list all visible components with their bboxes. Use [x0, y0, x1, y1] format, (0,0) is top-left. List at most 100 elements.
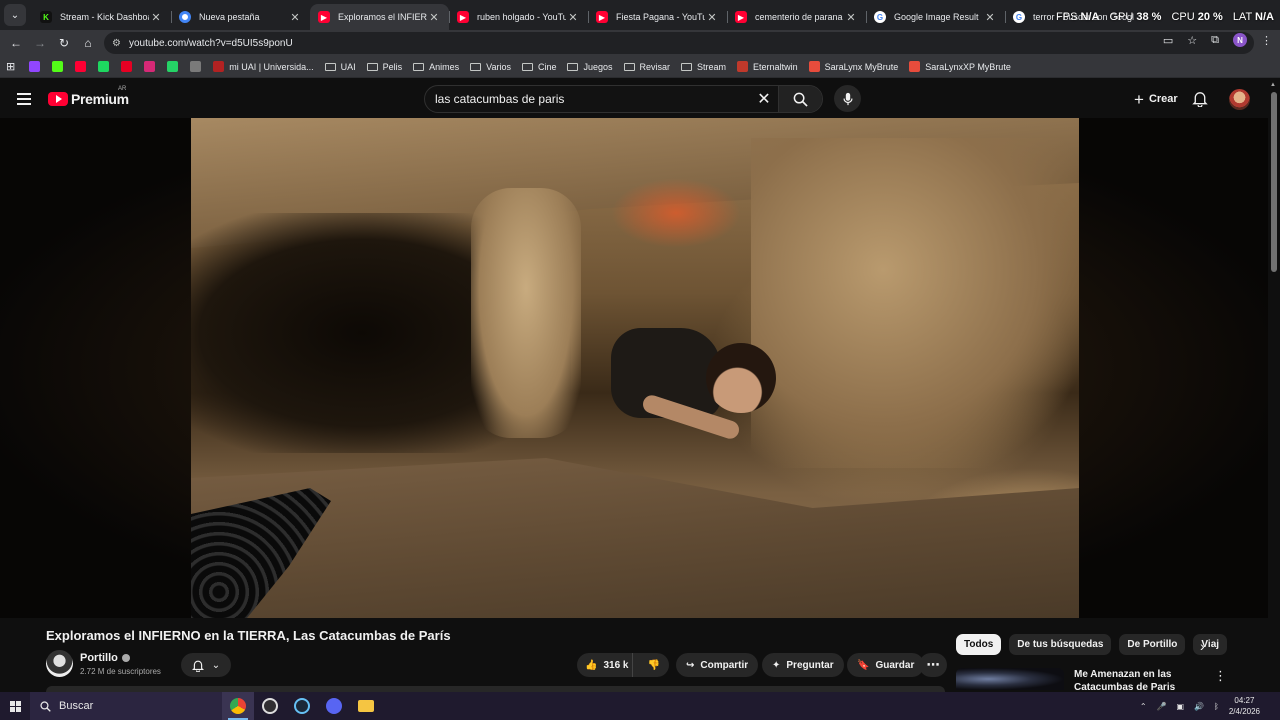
page-scrollbar[interactable]: ▲	[1268, 80, 1280, 690]
start-button[interactable]	[0, 700, 30, 712]
like-button[interactable]: 👍 316 k	[577, 653, 634, 677]
create-button[interactable]: + Crear	[1124, 87, 1188, 111]
account-avatar[interactable]	[1229, 89, 1250, 110]
site-info-icon[interactable]: ⚙	[112, 38, 121, 49]
chip-from-channel[interactable]: De Portillo	[1119, 634, 1186, 655]
save-button[interactable]: 🔖 Guardar	[847, 653, 925, 677]
menu-icon[interactable]	[17, 93, 31, 105]
bookmark-favicon-icon	[98, 61, 110, 72]
recommendation-title[interactable]: Me Amenazan en las Catacumbas de Paris	[1074, 668, 1194, 694]
folder-icon	[521, 62, 533, 71]
channel-name[interactable]: Portillo	[80, 652, 130, 664]
browser-tab[interactable]: Nueva pestaña ✕	[171, 4, 310, 30]
bookmark-item[interactable]: SaraLynx MyBrute	[808, 61, 898, 72]
home-icon[interactable]: ⌂	[76, 36, 100, 50]
taskbar-app-file-explorer[interactable]	[350, 692, 382, 720]
browser-tab[interactable]: ▶ ruben holgado - YouTube ✕	[449, 4, 588, 30]
taskbar-app-chrome[interactable]	[222, 692, 254, 720]
volume-icon[interactable]: 🔊	[1194, 702, 1204, 711]
bookmark-item[interactable]	[190, 61, 206, 72]
scrollbar-thumb[interactable]	[1271, 92, 1277, 272]
tab-title: Nueva pestaña	[199, 12, 260, 22]
chevron-up-icon[interactable]: ⌃	[1140, 702, 1147, 711]
sparkle-icon: ✦	[772, 659, 781, 671]
more-vertical-icon[interactable]: ⋮	[1214, 668, 1227, 684]
bookmark-item[interactable]	[144, 61, 160, 72]
scroll-up-icon[interactable]: ▲	[1270, 82, 1276, 88]
apps-grid-icon[interactable]: ⊞	[6, 60, 15, 73]
close-icon[interactable]: ✕	[983, 11, 997, 24]
chip-travel[interactable]: Viaj	[1193, 634, 1228, 655]
recommendation-thumbnail[interactable]	[956, 668, 1064, 690]
browser-tab[interactable]: K Stream - Kick Dashboard ✕	[32, 4, 171, 30]
bookmark-item[interactable]	[52, 61, 68, 72]
close-icon[interactable]: ✕	[149, 11, 163, 24]
search-input[interactable]	[425, 92, 750, 106]
fps-readout: FPS N/A	[1056, 11, 1100, 23]
browser-tab[interactable]: ▶ Fiesta Pagana - YouTube ✕	[588, 4, 727, 30]
bookmark-item[interactable]: mi UAI | Universida...	[213, 61, 314, 72]
taskbar-app-obs[interactable]	[254, 692, 286, 720]
video-frame[interactable]	[191, 118, 1079, 618]
bookmark-folder[interactable]: UAI	[324, 62, 356, 72]
bookmark-folder[interactable]: Stream	[681, 62, 726, 72]
subscription-notify-button[interactable]: ⌄	[181, 653, 231, 677]
bookmark-folder[interactable]: Revisar	[623, 62, 670, 72]
bluetooth-icon[interactable]: ᛒ	[1214, 702, 1219, 711]
more-actions-button[interactable]: ⋯	[919, 653, 947, 677]
video-player[interactable]	[0, 118, 1268, 618]
taskbar-search[interactable]: Buscar	[30, 692, 222, 720]
network-icon[interactable]: ▣	[1177, 702, 1185, 711]
tab-search-button[interactable]: ⌄	[4, 4, 26, 26]
youtube-logo[interactable]: Premium AR	[48, 86, 129, 107]
close-icon[interactable]: ✕	[566, 11, 580, 24]
address-bar[interactable]: ⚙ youtube.com/watch?v=d5UI5s9ponU	[104, 32, 1254, 54]
thumbs-down-icon: 👎	[647, 659, 661, 671]
bookmark-item[interactable]	[98, 61, 114, 72]
star-icon[interactable]: ☆	[1187, 34, 1197, 47]
bookmark-item[interactable]	[121, 61, 137, 72]
bookmark-folder[interactable]: Animes	[413, 62, 459, 72]
dislike-button[interactable]: 👎	[639, 660, 669, 671]
bookmark-folder[interactable]: Pelis	[366, 62, 402, 72]
bookmark-folder[interactable]: Juegos	[567, 62, 613, 72]
ask-button[interactable]: ✦ Preguntar	[762, 653, 844, 677]
kick-icon: K	[40, 11, 52, 23]
bookmark-label: Stream	[697, 61, 727, 72]
back-arrow-icon[interactable]: ←	[4, 36, 28, 50]
browser-tab[interactable]: ▶ cementerio de parana - Yo ✕	[727, 4, 866, 30]
channel-avatar[interactable]	[46, 650, 73, 677]
microphone-icon[interactable]: 🎤	[1157, 702, 1167, 711]
google-icon: G	[874, 11, 886, 23]
extensions-icon[interactable]: ⧉	[1211, 34, 1219, 47]
more-vertical-icon[interactable]: ⋮	[1261, 34, 1272, 47]
notifications-bell-icon[interactable]	[1192, 90, 1208, 107]
forward-arrow-icon[interactable]: →	[28, 36, 52, 50]
chip-all[interactable]: Todos	[956, 634, 1002, 655]
bookmark-item[interactable]: Eternaltwin	[737, 61, 798, 72]
bookmark-item[interactable]	[29, 61, 45, 72]
clear-icon[interactable]: ✕	[750, 89, 778, 109]
taskbar-app-steam[interactable]	[286, 692, 318, 720]
search-button[interactable]	[778, 86, 822, 112]
close-icon[interactable]: ✕	[427, 11, 441, 24]
cast-icon[interactable]: ▭	[1163, 34, 1173, 47]
taskbar-clock[interactable]: 04:27 2/4/2026	[1229, 695, 1260, 717]
bookmark-item[interactable]	[75, 61, 91, 72]
browser-tab[interactable]: G Google Image Result ✕	[866, 4, 1005, 30]
profile-avatar[interactable]: N	[1233, 33, 1247, 47]
browser-tab-active[interactable]: ▶ Exploramos el INFIERNO e ✕	[310, 4, 449, 30]
close-icon[interactable]: ✕	[288, 11, 302, 24]
bookmark-item[interactable]: SaraLynxXP MyBrute	[909, 61, 1011, 72]
share-button[interactable]: ↪ Compartir	[676, 653, 759, 677]
chevron-right-icon[interactable]: ›	[1200, 638, 1205, 654]
close-icon[interactable]: ✕	[705, 11, 719, 24]
reload-icon[interactable]: ↻	[52, 36, 76, 50]
taskbar-app-discord[interactable]	[318, 692, 350, 720]
chip-from-searches[interactable]: De tus búsquedas	[1009, 634, 1112, 655]
voice-search-button[interactable]	[834, 85, 861, 112]
bookmark-folder[interactable]: Varios	[470, 62, 511, 72]
bookmark-folder[interactable]: Cine	[521, 62, 556, 72]
bookmark-item[interactable]	[167, 61, 183, 72]
close-icon[interactable]: ✕	[844, 11, 858, 24]
